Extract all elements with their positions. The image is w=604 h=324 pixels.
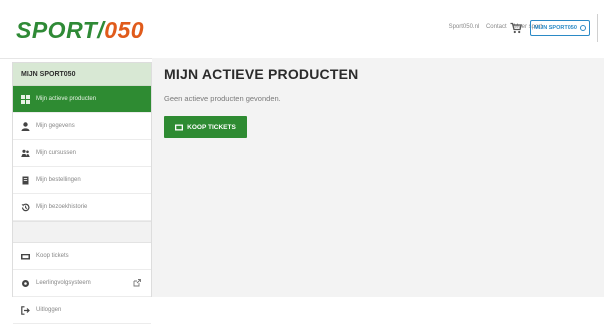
sidebar-item-label: Mijn bezoekhistorie [36,204,88,210]
sidebar-item-logout[interactable]: Uitloggen [13,297,151,324]
empty-state-text: Geen actieve producten gevonden. [164,94,281,103]
people-icon [21,149,30,157]
cart-icon[interactable] [510,22,522,34]
buy-tickets-button[interactable]: KOOP TICKETS [164,116,247,138]
top-navigation: Sport050.nl Contact Meer sport [444,24,542,30]
header-divider [597,14,598,42]
ticket-icon [21,253,30,259]
history-icon [21,203,30,211]
grid-icon [21,94,30,104]
sidebar-item-label: Mijn gegevens [36,123,75,129]
account-sidebar: MIJN SPORT050 Mijn actieve producten Mij… [12,62,152,324]
sidebar-item-buy-tickets[interactable]: Koop tickets [13,243,151,270]
user-icon [21,121,30,131]
account-button[interactable]: MIJN SPORT050 [530,20,590,36]
logo-sport: SPORT [16,17,98,43]
site-header: SPORT/050 Sport050.nl Contact Meer sport… [0,0,604,59]
sidebar-item-my-details[interactable]: Mijn gegevens [13,113,151,140]
nav-link-contact[interactable]: Contact [486,24,507,30]
sidebar-item-label: Mijn actieve producten [36,96,97,102]
sidebar-item-active-products[interactable]: Mijn actieve producten [13,86,151,113]
sidebar-item-label: Mijn cursussen [36,150,77,156]
gear-icon [22,279,29,287]
receipt-icon [22,176,29,184]
nav-link-home[interactable]: Sport050.nl [449,24,480,30]
external-link-icon [133,279,141,287]
sidebar-item-label: Mijn bestellingen [36,177,81,183]
sidebar-item-my-courses[interactable]: Mijn cursussen [13,140,151,167]
user-circle-icon [579,25,586,31]
sidebar-item-visit-history[interactable]: Mijn bezoekhistorie [13,194,151,221]
sport050-logo[interactable]: SPORT/050 [16,17,144,43]
sidebar-title: MIJN SPORT050 [13,63,151,86]
main-content: MIJN ACTIEVE PRODUCTEN Geen actieve prod… [152,58,604,297]
sidebar-item-label: Uitloggen [36,307,62,313]
logo-number: 050 [104,17,145,43]
logout-icon [21,305,30,315]
sidebar-item-label: Leerlingvolgsysteem [36,280,91,286]
account-button-label: MIJN SPORT050 [534,25,577,31]
sidebar-item-student-tracking[interactable]: Leerlingvolgsysteem [13,270,151,297]
ticket-icon [175,124,184,130]
sidebar-separator [13,221,151,243]
sidebar-item-my-orders[interactable]: Mijn bestellingen [13,167,151,194]
page-title: MIJN ACTIEVE PRODUCTEN [164,66,359,82]
buy-tickets-label: KOOP TICKETS [187,123,236,131]
sidebar-item-label: Koop tickets [36,253,69,259]
